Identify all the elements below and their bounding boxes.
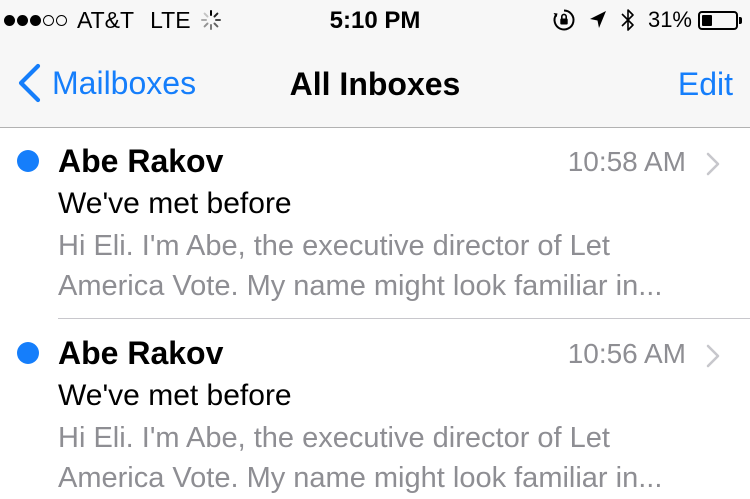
status-bar: AT&T LTE 5:10 PM 31% <box>0 0 750 40</box>
message-sender: Abe Rakov <box>58 335 224 371</box>
page-title: All Inboxes <box>289 66 461 102</box>
message-time: 10:58 AM <box>567 146 686 177</box>
row-separator <box>58 318 750 319</box>
unread-indicator-icon <box>17 342 39 364</box>
mail-screen: AT&T LTE 5:10 PM 31% Mailboxes All Inbox… <box>0 0 750 499</box>
message-preview: Hi Eli. I'm Abe, the executive director … <box>58 418 708 498</box>
message-preview-line: America Vote. My name might look familia… <box>58 270 663 302</box>
message-subject: We've met before <box>58 379 292 412</box>
chevron-right-icon <box>706 152 720 176</box>
bluetooth-icon <box>621 9 634 31</box>
battery-percent: 31% <box>647 7 692 32</box>
unread-indicator-icon <box>17 150 39 172</box>
edit-button[interactable]: Edit <box>678 66 733 103</box>
location-arrow-icon <box>589 11 606 28</box>
message-preview-line: America Vote. My name might look familia… <box>58 462 663 494</box>
message-row[interactable]: Abe Rakov 10:58 AM We've met before Hi E… <box>0 128 750 318</box>
message-row[interactable]: Abe Rakov 10:56 AM We've met before Hi E… <box>0 320 750 499</box>
message-preview-line: Hi Eli. I'm Abe, the executive director … <box>58 230 610 262</box>
message-time: 10:56 AM <box>567 338 686 369</box>
message-preview-line: Hi Eli. I'm Abe, the executive director … <box>58 422 610 454</box>
message-sender: Abe Rakov <box>58 143 224 179</box>
status-bar-right: 31% <box>540 7 742 33</box>
navigation-bar: Mailboxes All Inboxes Edit <box>0 40 750 128</box>
chevron-right-icon <box>706 344 720 368</box>
battery-icon <box>698 10 742 30</box>
orientation-lock-icon <box>553 9 575 31</box>
battery-level-fill <box>702 14 712 26</box>
message-subject: We've met before <box>58 187 292 220</box>
message-preview: Hi Eli. I'm Abe, the executive director … <box>58 226 708 306</box>
